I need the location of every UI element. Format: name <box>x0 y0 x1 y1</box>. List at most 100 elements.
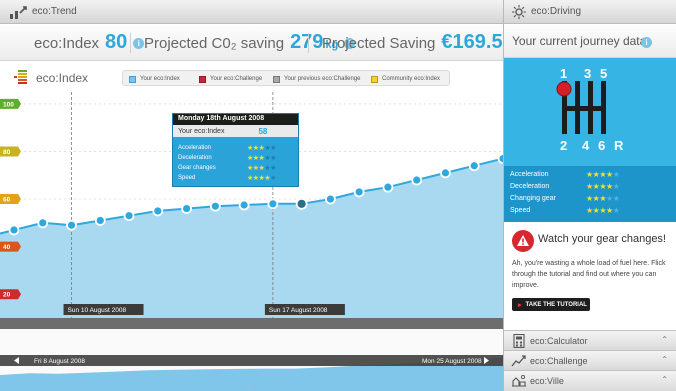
overview-start-label: Fri 8 August 2008 <box>34 358 85 365</box>
star-rating: ★★★★★ <box>586 206 620 215</box>
y-tick-label: 100 <box>3 101 14 108</box>
warning-body: Ah, you're wasting a whole load of fuel … <box>512 260 666 289</box>
eco-trend-titlebar[interactable]: eco:Trend <box>0 0 503 24</box>
accordion-eco-challenge[interactable]: eco:Challenge ⌃ <box>504 350 676 370</box>
legend-label: Your eco:Index <box>140 76 180 82</box>
data-point-tooltip: Monday 18th August 2008 Your eco:Index 5… <box>172 113 299 187</box>
overview-canvas[interactable]: Fri 8 August 2008 Mon 25 August 2008 ≡ <box>0 329 503 391</box>
star-rating: ★★★★★ <box>586 182 620 191</box>
resize-grip-icon[interactable]: ≡ <box>248 385 252 391</box>
star-rating: ★★★★★ <box>247 145 276 152</box>
tooltip-index-row: Your eco:Index 58 <box>173 125 298 137</box>
legend-label: Your eco:Challenge <box>210 76 263 82</box>
stat-label: eco:Index <box>34 35 100 52</box>
checkbox-icon[interactable] <box>129 75 136 83</box>
y-tick-label: 60 <box>3 197 11 204</box>
highlighted-data-point[interactable] <box>295 197 308 210</box>
star-rating: ★★★★★ <box>247 155 276 162</box>
eco-driving-panel: eco:Driving Your current journey data i … <box>503 0 676 391</box>
rating-label: Deceleration <box>510 183 550 190</box>
rating-label: Acceleration <box>510 171 549 178</box>
take-tutorial-label: TAKE THE TUTORIAL <box>525 301 587 308</box>
chevron-up-icon[interactable]: ⌃ <box>661 335 668 344</box>
gear-4-label: 4 <box>582 138 590 153</box>
data-point[interactable] <box>238 199 250 211</box>
gear-1-label: 1 <box>560 66 568 81</box>
data-point[interactable] <box>267 198 279 210</box>
eco-trend-title: eco:Trend <box>32 6 77 17</box>
rating-label: Speed <box>510 207 531 214</box>
gear-2-label: 2 <box>560 138 568 153</box>
data-point[interactable] <box>37 217 49 229</box>
journey-ratings: Acceleration ★★★★★ Deceleration ★★★★★ Changi… <box>504 166 676 222</box>
eco-driving-titlebar[interactable]: eco:Driving <box>504 0 676 24</box>
eco-driving-title: eco:Driving <box>531 6 582 17</box>
date-label: Sun 10 August 2008 <box>68 307 127 314</box>
data-point[interactable] <box>325 193 336 205</box>
tooltip-index-value: 58 <box>258 126 268 136</box>
gearbox-diagram: 1 3 5 2 4 6 R <box>504 58 676 166</box>
stat-label: Projected C0₂ saving <box>144 35 285 52</box>
divider <box>308 33 309 53</box>
journey-header: Your current journey data i <box>504 25 676 58</box>
data-point[interactable] <box>411 174 423 186</box>
chevron-up-icon[interactable]: ⌃ <box>661 375 668 384</box>
take-tutorial-button[interactable]: ▸ TAKE THE TUTORIAL <box>512 298 590 311</box>
legend-item-your-eco-index[interactable]: Your eco:Index <box>129 74 180 84</box>
projected-saving-stat: Projected Saving €169.58 i <box>322 31 531 57</box>
gear-warning: Watch your gear changes! Ah, you're wast… <box>504 222 676 330</box>
eco-index-icon <box>14 70 27 84</box>
data-point[interactable] <box>123 210 135 222</box>
rating-row: Speed ★★★★★ <box>510 206 670 217</box>
gear-6-label: 6 <box>598 138 606 153</box>
tooltip-criterion-label: Gear changes <box>178 165 216 171</box>
data-point[interactable] <box>181 203 192 214</box>
data-point[interactable] <box>66 219 77 231</box>
rating-row: Acceleration ★★★★★ <box>510 170 670 181</box>
data-point[interactable] <box>382 181 394 193</box>
accordion-label: eco:Ville <box>530 376 564 386</box>
data-point[interactable] <box>94 215 106 226</box>
trend-icon <box>10 6 27 19</box>
data-point[interactable] <box>440 167 451 179</box>
accordion-label: eco:Challenge <box>530 356 588 366</box>
stat-value: 80 <box>105 31 128 53</box>
eco-trend-panel: eco:Trend eco:Index 80 i Projected C0₂ s… <box>0 0 531 391</box>
data-point[interactable] <box>209 200 221 212</box>
divider <box>130 33 131 53</box>
accordion-eco-ville[interactable]: eco:Ville ⌃ <box>504 370 676 391</box>
chevron-up-icon[interactable]: ⌃ <box>661 355 668 364</box>
y-tick-label: 40 <box>3 244 11 251</box>
rating-label: Changing gear <box>510 195 556 202</box>
accordion-label: eco:Calculator <box>530 336 588 346</box>
warning-icon <box>512 230 534 252</box>
rating-row: Deceleration ★★★★★ <box>510 182 670 193</box>
rating-row: Changing gear ★★★★★ <box>510 194 670 205</box>
tooltip-criterion-label: Acceleration <box>178 145 212 151</box>
checkbox-icon[interactable] <box>273 75 280 83</box>
info-icon[interactable]: i <box>641 37 652 48</box>
legend: Your eco:Index Your eco:Challenge Your p… <box>122 70 450 86</box>
legend-item-your-eco-challenge[interactable]: Your eco:Challenge <box>199 74 262 84</box>
timeline-overview[interactable]: Fri 8 August 2008 Mon 25 August 2008 ≡ <box>0 329 503 391</box>
calculator-icon <box>513 334 525 348</box>
timeline-scroll-track[interactable] <box>0 318 503 329</box>
info-icon[interactable]: i <box>133 38 145 49</box>
data-point[interactable] <box>8 224 20 236</box>
date-label: Sun 17 August 2008 <box>269 307 328 314</box>
checkbox-icon[interactable] <box>199 75 206 83</box>
accordion-eco-calculator[interactable]: eco:Calculator ⌃ <box>504 330 676 350</box>
data-point[interactable] <box>468 160 480 172</box>
sun-icon <box>512 5 526 19</box>
checkbox-icon[interactable] <box>371 75 378 83</box>
warning-title: Watch your gear changes! <box>538 233 666 245</box>
legend-item-previous-eco-challenge[interactable]: Your previous eco:Challenge <box>273 74 361 84</box>
y-tick-label: 20 <box>3 292 11 299</box>
legend-item-community-eco-index[interactable]: Community eco:Index <box>371 74 440 84</box>
data-point[interactable] <box>353 186 365 198</box>
star-rating: ★★★★★ <box>586 194 620 203</box>
tooltip-criterion-label: Deceleration <box>178 155 212 161</box>
data-point[interactable] <box>152 205 164 217</box>
tooltip-date: Monday 18th August 2008 <box>173 114 298 125</box>
challenge-icon <box>511 355 526 367</box>
